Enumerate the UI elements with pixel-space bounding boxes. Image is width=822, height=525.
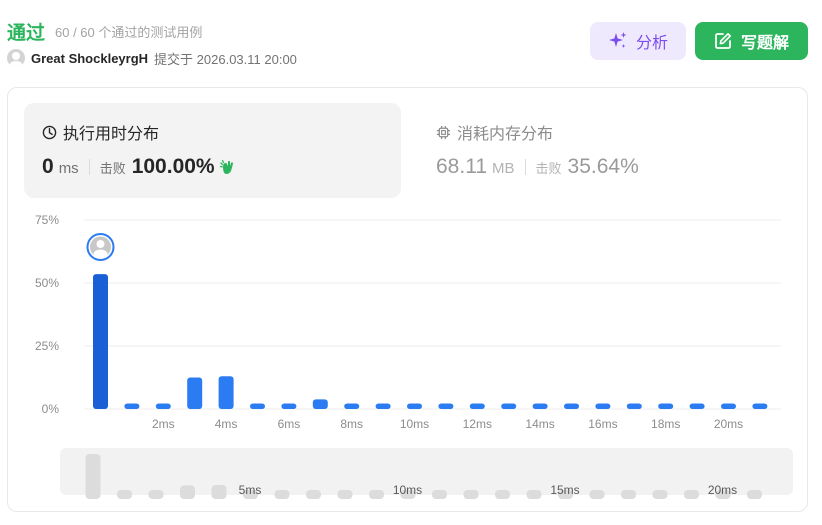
overview-bar — [85, 454, 101, 499]
overview-bar — [621, 490, 636, 499]
memory-stat-tab[interactable]: 消耗内存分布 68.11 MB 击败 35.64% — [418, 103, 795, 198]
chip-icon — [436, 125, 451, 139]
chart-bar[interactable] — [312, 399, 328, 409]
chart-bar[interactable] — [187, 377, 203, 410]
memory-values: 68.11 MB 击败 35.64% — [436, 155, 639, 179]
divider — [88, 159, 90, 175]
avatar[interactable] — [7, 49, 25, 67]
chart-bar[interactable] — [407, 403, 422, 409]
overview-tick-label: 10ms — [393, 483, 422, 497]
x-tick-label: 12ms — [463, 417, 492, 431]
x-tick-label: 4ms — [215, 417, 238, 431]
memory-value: 68.11 — [436, 155, 487, 178]
memory-beat-value: 35.64% — [567, 155, 639, 178]
y-tick-label: 75% — [35, 213, 59, 227]
edit-icon — [715, 33, 731, 49]
memory-title: 消耗内存分布 — [436, 120, 553, 144]
testcase-count: 60 / 60 个通过的测试用例 — [55, 25, 203, 40]
overview-bar — [337, 490, 353, 499]
y-tick-label: 50% — [35, 276, 59, 290]
chart-bar[interactable] — [595, 403, 611, 409]
clock-icon — [42, 125, 57, 139]
overview-bar — [495, 490, 510, 499]
overview-bar — [747, 490, 762, 499]
x-tick-label: 14ms — [525, 417, 554, 431]
overview-bar — [526, 490, 542, 499]
chart-bar[interactable] — [93, 274, 108, 409]
runtime-value: 0 — [42, 155, 54, 178]
divider — [524, 159, 526, 175]
x-tick-label: 6ms — [278, 417, 301, 431]
x-tick-label: 2ms — [152, 417, 175, 431]
overview-bar — [306, 490, 321, 499]
memory-beat-label: 击败 — [535, 161, 562, 176]
overview-bar — [589, 490, 605, 499]
overview-bar — [274, 490, 290, 499]
chart-bar[interactable] — [501, 403, 517, 409]
chart-bar[interactable] — [438, 403, 454, 409]
overview-bar — [369, 490, 384, 499]
memory-unit: MB — [492, 160, 515, 177]
range-selector[interactable] — [60, 448, 793, 495]
chart-bar[interactable] — [375, 403, 391, 409]
overview-tick-label: 15ms — [550, 483, 579, 497]
submit-time: 提交于 2026.03.11 20:00 — [154, 51, 297, 67]
analyze-label: 分析 — [635, 35, 668, 52]
chart-bar[interactable] — [626, 403, 642, 409]
chart-bar[interactable] — [689, 403, 705, 409]
write-solution-label: 写题解 — [740, 35, 789, 52]
chart-bar[interactable] — [564, 403, 579, 409]
runtime-title: 执行用时分布 — [42, 120, 159, 144]
chart-bar[interactable] — [752, 403, 768, 409]
username[interactable]: Great ShockleyrgH — [31, 51, 148, 66]
submission-header: 通过 60 / 60 个通过的测试用例 Great ShockleyrgH 提交… — [0, 0, 822, 80]
chart-bar[interactable] — [218, 376, 234, 409]
chart-bar[interactable] — [532, 403, 548, 409]
chart-bar[interactable] — [250, 403, 265, 409]
y-tick-label: 0% — [42, 402, 60, 416]
y-tick-label: 25% — [35, 339, 59, 353]
overview-bar — [117, 490, 132, 499]
analyze-button[interactable]: 分析 — [590, 22, 686, 60]
overview-bar — [684, 490, 699, 499]
avatar-body — [93, 249, 108, 259]
x-tick-label: 16ms — [588, 417, 617, 431]
overview-tick-label: 20ms — [708, 483, 737, 497]
overview-bar — [652, 490, 668, 499]
chart-bar[interactable] — [721, 403, 736, 409]
overview-bar — [211, 485, 227, 499]
overview-tick-label: 5ms — [239, 483, 262, 497]
chart-bar[interactable] — [124, 403, 140, 409]
clap-icon — [219, 159, 233, 174]
overview-bar — [463, 490, 479, 499]
chart-bar[interactable] — [344, 403, 360, 409]
status-title: 通过 — [7, 23, 46, 44]
chart-bar[interactable] — [658, 403, 674, 409]
overview-bar — [432, 490, 447, 499]
avatar-head — [96, 240, 105, 248]
memory-title-label: 消耗内存分布 — [457, 126, 554, 143]
sparkle-icon — [608, 32, 627, 48]
x-tick-label: 8ms — [340, 417, 363, 431]
runtime-unit: ms — [58, 160, 79, 177]
chart-bar[interactable] — [469, 403, 485, 409]
runtime-stat-tab[interactable]: 执行用时分布 0 ms 击败 100.00% — [24, 103, 401, 198]
runtime-values: 0 ms 击败 100.00% — [42, 155, 237, 179]
write-solution-button[interactable]: 写题解 — [695, 22, 808, 60]
overview-bar — [180, 485, 195, 499]
submitter-row: Great ShockleyrgH 提交于 2026.03.11 20:00 — [7, 49, 297, 67]
runtime-beat-label: 击败 — [99, 161, 126, 176]
chart-bar[interactable] — [281, 403, 297, 409]
x-tick-label: 18ms — [651, 417, 680, 431]
overview-bar — [148, 490, 164, 499]
x-tick-label: 10ms — [400, 417, 429, 431]
runtime-beat-value: 100.00% — [131, 155, 215, 178]
runtime-title-label: 执行用时分布 — [63, 126, 160, 143]
x-tick-label: 20ms — [714, 417, 743, 431]
chart-bar[interactable] — [155, 403, 171, 409]
